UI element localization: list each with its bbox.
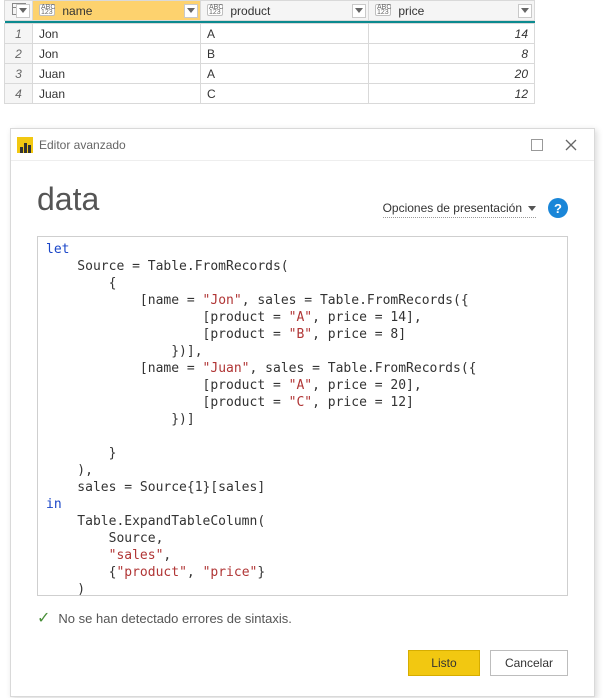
code-editor[interactable]: let Source = Table.FromRecords( { [name …: [37, 236, 568, 596]
chevron-down-icon[interactable]: [184, 4, 198, 18]
cell-price[interactable]: 8: [369, 44, 535, 64]
cell-product[interactable]: A: [201, 24, 369, 44]
preview-grid: ABC 123 name ABC 123 product A: [4, 0, 534, 104]
cell-price[interactable]: 12: [369, 84, 535, 104]
presentation-options-dropdown[interactable]: Opciones de presentación: [383, 201, 536, 218]
cell-name[interactable]: Jon: [33, 44, 201, 64]
advanced-editor-dialog: Editor avanzado data Opciones de present…: [10, 128, 595, 697]
column-header-price[interactable]: ABC 123 price: [369, 1, 535, 21]
help-icon: ?: [554, 201, 562, 216]
powerbi-icon: [17, 137, 33, 153]
cell-name[interactable]: Juan: [33, 84, 201, 104]
table-row[interactable]: 4 Juan C 12: [5, 84, 535, 104]
grid-corner-cell[interactable]: [5, 1, 33, 21]
row-number: 4: [5, 84, 33, 104]
cancel-button[interactable]: Cancelar: [490, 650, 568, 676]
datatype-any-icon: ABC 123: [375, 4, 391, 16]
row-number: 1: [5, 24, 33, 44]
cell-name[interactable]: Jon: [33, 24, 201, 44]
table-row[interactable]: 3 Juan A 20: [5, 64, 535, 84]
column-label: product: [230, 4, 270, 18]
table-row[interactable]: 1 Jon A 14: [5, 24, 535, 44]
chevron-down-icon[interactable]: [16, 4, 30, 18]
grid-body: 1 Jon A 14 2 Jon B 8 3 Juan A 20 4 Juan …: [5, 24, 535, 104]
row-number: 2: [5, 44, 33, 64]
dialog-titlebar[interactable]: Editor avanzado: [11, 129, 594, 161]
query-name: data: [37, 181, 383, 218]
code-content: let Source = Table.FromRecords( { [name …: [38, 241, 567, 596]
column-header-name[interactable]: ABC 123 name: [33, 1, 201, 21]
close-icon: [565, 139, 577, 151]
cell-price[interactable]: 14: [369, 24, 535, 44]
chevron-down-icon: [528, 206, 536, 211]
grid-header-row: ABC 123 name ABC 123 product A: [5, 1, 535, 21]
cell-product[interactable]: A: [201, 64, 369, 84]
cell-product[interactable]: B: [201, 44, 369, 64]
datatype-any-icon: ABC 123: [207, 4, 223, 16]
cell-price[interactable]: 20: [369, 64, 535, 84]
chevron-down-icon[interactable]: [518, 4, 532, 18]
cell-name[interactable]: Juan: [33, 64, 201, 84]
column-label: price: [398, 4, 424, 18]
chevron-down-icon[interactable]: [352, 4, 366, 18]
presentation-options-label: Opciones de presentación: [383, 201, 522, 215]
cell-product[interactable]: C: [201, 84, 369, 104]
close-button[interactable]: [554, 131, 588, 159]
row-number: 3: [5, 64, 33, 84]
column-header-product[interactable]: ABC 123 product: [201, 1, 369, 21]
status-text: No se han detectado errores de sintaxis.: [58, 611, 291, 626]
done-button[interactable]: Listo: [408, 650, 480, 676]
help-button[interactable]: ?: [548, 198, 568, 218]
datatype-any-icon: ABC 123: [39, 4, 55, 16]
dialog-title: Editor avanzado: [39, 138, 520, 152]
column-label: name: [62, 4, 92, 18]
check-icon: ✓: [37, 608, 50, 628]
maximize-button[interactable]: [520, 131, 554, 159]
table-row[interactable]: 2 Jon B 8: [5, 44, 535, 64]
syntax-status: ✓ No se han detectado errores de sintaxi…: [37, 608, 568, 628]
